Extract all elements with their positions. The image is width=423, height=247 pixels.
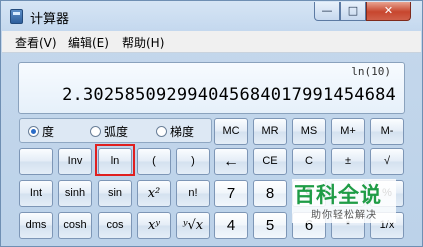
ln-button[interactable]: ln	[98, 148, 132, 175]
backspace-button[interactable]: ←	[214, 148, 248, 175]
expression-readout: ln(10)	[351, 65, 391, 78]
watermark-logo: 百科全说 助你轻松解决	[292, 179, 396, 223]
window-title: 计算器	[30, 12, 70, 27]
clear-entry-button[interactable]: CE	[253, 148, 287, 175]
square-button[interactable]: x²	[137, 180, 171, 207]
memory-store-button[interactable]: MS	[292, 118, 326, 145]
angle-grads-label: 梯度	[170, 125, 195, 139]
menu-view[interactable]: 查看(V)	[15, 34, 57, 51]
sin-button[interactable]: sin	[98, 180, 132, 207]
power-button[interactable]: xʸ	[137, 212, 171, 239]
minimize-button[interactable]: —	[314, 2, 340, 21]
yth-root-button[interactable]: ʸ√x	[176, 212, 210, 239]
calculator-window: 计算器 — □ ✕ 查看(V) 编辑(E) 帮助(H) ln(10) 2.302…	[0, 0, 423, 247]
open-paren-button[interactable]: (	[137, 148, 171, 175]
close-paren-button[interactable]: )	[176, 148, 210, 175]
cosh-button[interactable]: cosh	[58, 212, 92, 239]
integer-button[interactable]: Int	[19, 180, 53, 207]
memory-subtract-button[interactable]: M-	[370, 118, 404, 145]
dms-button[interactable]: dms	[19, 212, 53, 239]
angle-degrees-label: 度	[42, 125, 55, 139]
cos-button[interactable]: cos	[98, 212, 132, 239]
calculator-display: ln(10) 2.302585092994045684017991454684	[18, 62, 405, 114]
close-button[interactable]: ✕	[366, 2, 411, 21]
negate-button[interactable]: ±	[331, 148, 365, 175]
title-bar[interactable]: 计算器 — □ ✕	[1, 1, 422, 31]
calculator-app-icon	[10, 9, 23, 24]
memory-add-button[interactable]: M+	[331, 118, 365, 145]
angle-degrees-option[interactable]: 度	[28, 123, 54, 140]
watermark-sub-text: 助你轻松解决	[311, 210, 377, 221]
sinh-button[interactable]: sinh	[58, 180, 92, 207]
radio-selected-icon	[28, 126, 39, 137]
angle-radians-option[interactable]: 弧度	[90, 123, 128, 140]
square-root-button[interactable]: √	[370, 148, 404, 175]
menu-help[interactable]: 帮助(H)	[122, 34, 164, 51]
blank-button[interactable]	[19, 148, 53, 175]
maximize-button[interactable]: □	[340, 2, 366, 21]
radio-unselected-icon	[90, 126, 101, 137]
digit-5-button[interactable]: 5	[253, 212, 287, 239]
digit-7-button[interactable]: 7	[214, 180, 248, 207]
digit-4-button[interactable]: 4	[214, 212, 248, 239]
angle-radians-label: 弧度	[104, 125, 129, 139]
menu-edit[interactable]: 编辑(E)	[68, 34, 109, 51]
memory-clear-button[interactable]: MC	[214, 118, 248, 145]
radio-unselected-icon	[156, 126, 167, 137]
angle-mode-group: 度 弧度 梯度	[19, 118, 212, 143]
clear-button[interactable]: C	[292, 148, 326, 175]
memory-recall-button[interactable]: MR	[253, 118, 287, 145]
menu-bar: 查看(V) 编辑(E) 帮助(H)	[2, 31, 421, 53]
angle-grads-option[interactable]: 梯度	[156, 123, 194, 140]
digit-8-button[interactable]: 8	[253, 180, 287, 207]
factorial-button[interactable]: n!	[176, 180, 210, 207]
watermark-main-text: 百科全说	[294, 183, 382, 207]
inverse-button[interactable]: Inv	[58, 148, 92, 175]
result-readout: 2.302585092994045684017991454684	[62, 85, 396, 105]
